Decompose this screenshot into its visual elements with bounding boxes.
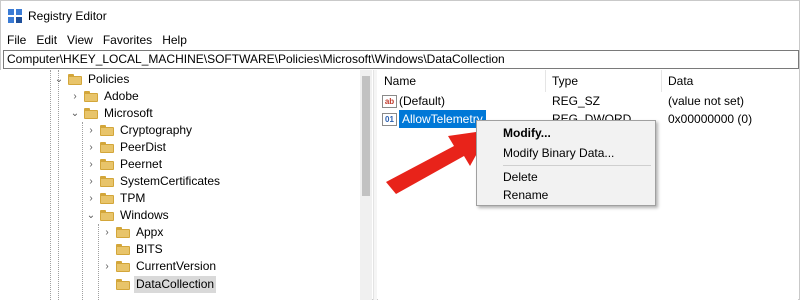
menu-item-rename[interactable]: Rename [477,185,655,205]
scrollbar-thumb[interactable] [362,76,370,196]
folder-icon [84,91,98,102]
folder-icon [100,125,114,136]
chevron-right-icon[interactable]: › [86,156,96,173]
tree-guide-line [58,70,59,300]
tree-item-label: TPM [120,191,146,205]
value-data: 0x00000000 (0) [668,112,753,126]
tree-item-tpm[interactable]: › TPM [86,190,147,207]
title-bar: Registry Editor [1,1,799,31]
tree-item-label: Peernet [120,157,163,171]
value-row-default[interactable]: ab (Default) REG_SZ (value not set) [378,92,798,110]
dword-value-icon: 01 [382,112,397,126]
menu-favorites[interactable]: Favorites [98,31,157,49]
menu-help[interactable]: Help [157,31,192,49]
value-type: REG_SZ [552,94,601,108]
tree-item-adobe[interactable]: › Adobe [70,88,141,105]
column-header-data[interactable]: Data [662,70,798,92]
value-name: (Default) [399,94,446,108]
tree-item-label: CurrentVersion [136,259,217,273]
chevron-right-icon[interactable]: › [70,88,80,105]
key-tree-pane[interactable]: ⌄ Policies › Adobe ⌄ Microsoft › Cryptog… [0,70,372,300]
tree-item-label: Cryptography [120,123,193,137]
value-name-cell: ab (Default) [382,92,445,110]
folder-icon [100,176,114,187]
tree-guide-line [82,122,83,300]
chevron-right-icon[interactable]: › [102,258,112,275]
window-title: Registry Editor [28,9,107,23]
chevron-right-icon[interactable]: › [102,224,112,241]
tree-item-label: BITS [136,242,163,256]
tree-item-currentversion[interactable]: › CurrentVersion [102,258,218,275]
tree-item-policies[interactable]: ⌄ Policies [54,71,131,88]
tree-item-peerdist[interactable]: › PeerDist [86,139,168,156]
chevron-right-icon[interactable]: › [86,122,96,139]
tree-item-systemcertificates[interactable]: › SystemCertificates [86,173,222,190]
chevron-down-icon[interactable]: ⌄ [86,207,96,224]
tree-item-label: Appx [136,225,164,239]
menu-item-modify-binary[interactable]: Modify Binary Data... [477,143,655,163]
chevron-right-icon[interactable]: › [86,173,96,190]
folder-icon [116,227,130,238]
tree-item-label: PeerDist [120,140,167,154]
tree-item-label: Windows [120,208,169,222]
tree-item-appx[interactable]: › Appx [102,224,165,241]
menu-separator [503,165,651,166]
folder-icon [116,261,130,272]
chevron-right-icon[interactable]: › [86,139,96,156]
tree-guide-line [50,70,51,300]
folder-icon [116,244,130,255]
tree-item-label: Policies [88,72,130,86]
folder-icon [84,108,98,119]
tree-scrollbar[interactable] [360,70,372,300]
menu-item-delete[interactable]: Delete [477,167,655,187]
tree-item-windows[interactable]: ⌄ Windows [86,207,171,224]
menu-view[interactable]: View [62,31,98,49]
value-data: (value not set) [668,94,745,108]
folder-icon [100,210,114,221]
tree-item-peernet[interactable]: › Peernet [86,156,164,173]
tree-item-datacollection[interactable]: DataCollection [102,276,217,293]
menu-item-modify[interactable]: Modify... [477,123,655,143]
menu-edit[interactable]: Edit [31,31,62,49]
folder-icon [68,74,82,85]
tree-item-label: SystemCertificates [120,174,221,188]
menu-file[interactable]: File [1,31,31,49]
pane-splitter[interactable] [373,70,377,300]
tree-item-bits[interactable]: BITS [102,241,165,258]
tree-item-label: DataCollection [134,276,217,293]
folder-open-icon [116,279,130,290]
tree-item-label: Adobe [104,89,139,103]
registry-app-icon [8,9,22,23]
tree-item-microsoft[interactable]: ⌄ Microsoft [70,105,155,122]
context-menu: Modify... Modify Binary Data... Delete R… [476,120,656,206]
folder-icon [100,193,114,204]
tree-item-label: Microsoft [104,106,153,120]
menu-bar: File Edit View Favorites Help [1,31,799,49]
chevron-right-icon[interactable]: › [86,190,96,207]
folder-icon [100,142,114,153]
tree-item-cryptography[interactable]: › Cryptography [86,122,194,139]
address-bar[interactable]: Computer\HKEY_LOCAL_MACHINE\SOFTWARE\Pol… [3,50,799,69]
chevron-down-icon[interactable]: ⌄ [70,105,80,122]
folder-icon [100,159,114,170]
column-header-name[interactable]: Name [378,70,546,92]
tree-guide-line [98,224,99,300]
chevron-down-icon[interactable]: ⌄ [54,71,64,88]
string-value-icon: ab [382,94,397,108]
column-header-type[interactable]: Type [546,70,662,92]
